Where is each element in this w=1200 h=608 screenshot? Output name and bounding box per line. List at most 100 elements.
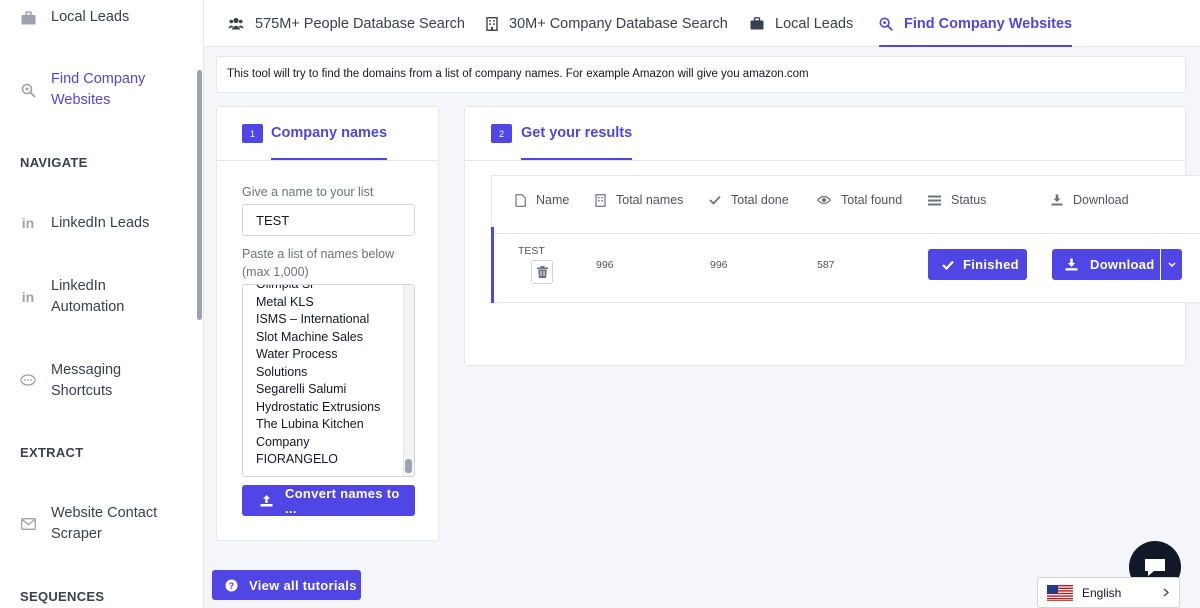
company-name-line: Metal KLS [256,294,314,309]
sidebar-item-label: LinkedIn Leads [51,215,150,231]
tab-local-leads[interactable]: Local Leads [750,0,853,47]
sidebar-item-linkedin-leads[interactable]: in LinkedIn Leads [20,213,150,234]
search-icon [879,16,893,31]
card-title: Company names [271,125,388,160]
company-names-textarea[interactable]: Olimpia Sr Metal KLS ISMS – International S… [242,284,415,477]
convert-names-label: Convert names to ... [285,485,400,516]
envelope-icon [20,516,36,532]
sidebar-item-website-contact-scraper[interactable]: Website Contact Scraper [20,503,171,545]
column-header-total-done: Total done [709,193,789,207]
us-flag-icon [1047,584,1073,601]
question-circle-icon: ? [225,579,238,592]
column-header-label: Total found [841,193,903,207]
table-divider [492,233,1200,234]
textarea-scroll-thumb[interactable] [405,459,412,473]
check-icon [709,195,721,205]
column-header-total-names: Total names [595,193,683,207]
column-header-label: Name [536,193,570,207]
list-icon [928,195,941,206]
linkedin-icon: in [21,288,35,305]
tab-label: Local Leads [775,15,854,32]
download-button[interactable]: Download [1052,249,1160,280]
briefcase-icon [750,17,764,30]
sidebar-heading-navigate: NAVIGATE [20,155,88,170]
step-number-badge: 1 [242,124,263,143]
card-title: Get your results [521,125,633,160]
chevron-right-icon [1163,588,1169,597]
company-names-card: 1 Company names Give a name to your list… [216,106,439,541]
download-icon [1065,258,1078,271]
tab-label: Find Company Websites [904,15,1073,32]
company-name-line: Segarelli Salumi [256,382,347,396]
language-selector[interactable]: English [1037,577,1180,608]
sidebar-item-label: Website Contact Scraper [51,505,158,542]
svg-text:?: ? [229,581,235,591]
building-icon [486,16,498,31]
textarea-scrollbar[interactable] [403,285,414,476]
row-active-indicator [491,227,494,303]
tab-company-database-search[interactable]: 30M+ Company Database Search [486,0,728,47]
column-header-label: Download [1073,193,1129,207]
tab-label: 30M+ Company Database Search [509,15,728,32]
sidebar-item-label: Messaging Shortcuts [51,362,122,399]
company-name-line: Solutions [256,364,308,379]
sidebar-scrollbar[interactable] [197,70,202,320]
sidebar-item-label: LinkedIn Automation [51,278,125,315]
chat-icon [20,373,36,389]
column-header-total-found: Total found [817,193,902,207]
column-header-status: Status [928,193,986,207]
results-card: 2 Get your results Name Total names Tota… [464,106,1200,366]
status-label: Finished [963,257,1019,272]
company-name-line: ISMS – International [256,312,370,326]
sidebar-item-label: Find Company Websites [51,71,146,108]
row-name: TEST [518,245,545,257]
company-name-line: Company [256,434,310,449]
company-name-line: Olimpia Sr [256,284,315,291]
download-label: Download [1090,257,1155,272]
sidebar-item-local-leads[interactable]: Local Leads [20,7,129,28]
convert-names-button[interactable]: Convert names to ... [242,485,415,516]
view-tutorials-button[interactable]: ? View all tutorials [212,570,361,600]
briefcase-icon [20,10,36,26]
sidebar-item-messaging-shortcuts[interactable]: Messaging Shortcuts [20,360,161,402]
language-label: English [1082,585,1122,600]
company-name-line: Hydrostatic Extrusions [256,399,381,414]
company-name-line: FIORANGELO [256,452,338,466]
search-icon [20,82,36,98]
delete-button[interactable] [531,260,553,284]
file-icon [515,193,526,207]
chevron-down-icon [1167,262,1176,267]
download-icon [1051,194,1063,206]
row-total-done: 996 [710,259,728,271]
sidebar-item-linkedin-automation[interactable]: in LinkedIn Automation [20,276,161,318]
chat-bubble-icon [1143,556,1167,578]
sidebar-heading-extract: EXTRACT [20,445,84,460]
info-banner: This tool will try to find the domains f… [216,56,1186,93]
card-header: 2 Get your results [465,107,1185,161]
download-options-dropdown[interactable] [1161,249,1182,280]
column-header-name: Name [515,193,569,207]
building-icon [595,193,606,207]
trash-icon [536,266,548,278]
column-header-label: Total done [731,193,789,207]
row-total-found: 587 [817,259,835,271]
linkedin-icon: in [21,215,35,231]
paste-names-label: Paste a list of names below (max 1,000) [242,247,395,279]
check-icon [942,260,954,270]
view-tutorials-label: View all tutorials [249,577,357,593]
list-name-input[interactable]: TEST [242,204,415,236]
names-list: Olimpia Sr Metal KLS ISMS – International S… [256,284,381,469]
tab-find-company-websites[interactable]: Find Company Websites [879,0,1073,47]
card-header: 1 Company names [217,107,438,161]
status-finished-button[interactable]: Finished [928,249,1027,280]
column-header-download: Download [1051,193,1129,207]
tab-people-database-search[interactable]: 575M+ People Database Search [228,0,465,47]
column-header-label: Total names [616,193,684,207]
tab-label: 575M+ People Database Search [255,15,465,32]
step-number-badge: 2 [491,124,512,143]
sidebar: Local Leads Find Company Websites NAVIGA… [0,0,204,608]
sidebar-heading-sequences: SEQUENCES [20,589,105,604]
company-name-line: Water Process [256,347,338,361]
upload-icon [260,494,273,507]
sidebar-item-find-company-websites[interactable]: Find Company Websites [20,69,161,111]
